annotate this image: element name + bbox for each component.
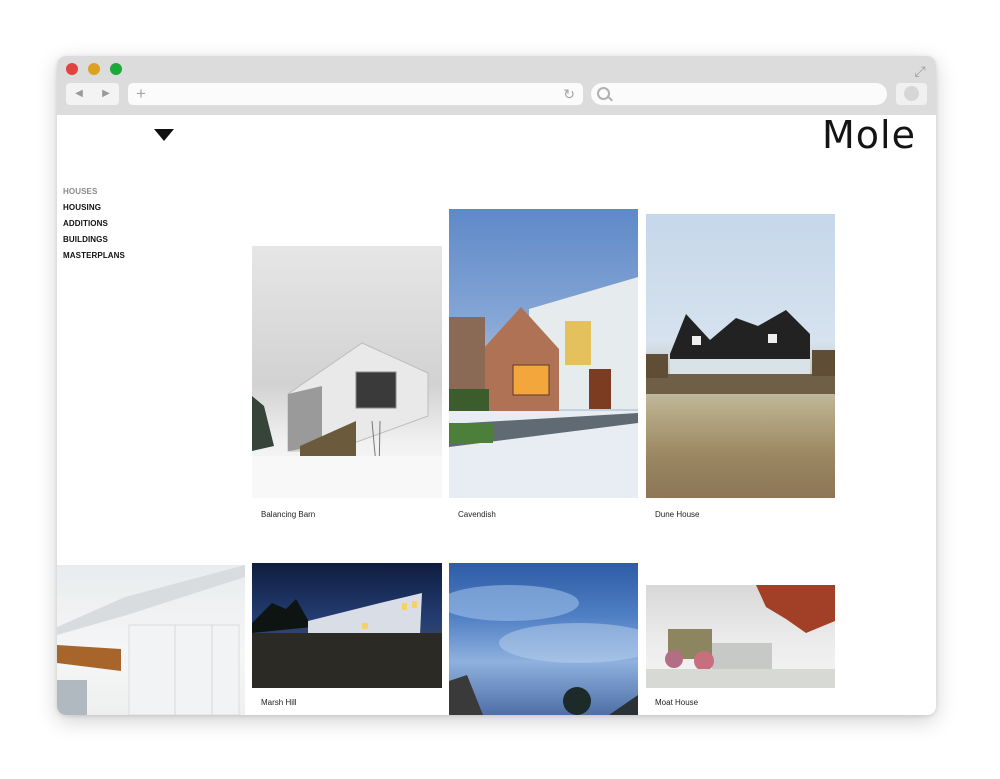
nav-item-houses[interactable]: HOUSES: [63, 187, 125, 203]
nav-item-masterplans[interactable]: MASTERPLANS: [63, 251, 125, 267]
marsh-hill-photo: [252, 593, 442, 688]
moat-house-photo: [646, 585, 835, 688]
nav-item-additions[interactable]: ADDITIONS: [63, 219, 125, 235]
fullscreen-icon[interactable]: ⤢: [912, 63, 928, 79]
close-window-button[interactable]: [66, 63, 78, 75]
project-image-sky[interactable]: [449, 563, 638, 715]
project-title[interactable]: Dune House: [655, 510, 699, 519]
category-nav: HOUSES HOUSING ADDITIONS BUILDINGS MASTE…: [63, 187, 125, 267]
back-button[interactable]: ◀: [66, 83, 92, 105]
project-image-dune-house[interactable]: [646, 214, 835, 498]
project-image-interior[interactable]: [57, 565, 245, 715]
nav-item-buildings[interactable]: BUILDINGS: [63, 235, 125, 251]
search-icon: [597, 87, 610, 100]
site-logo[interactable]: Mole: [822, 115, 916, 157]
project-image-moat-house[interactable]: [646, 585, 835, 688]
project-image-marsh-hill[interactable]: [252, 563, 442, 688]
project-title[interactable]: Balancing Barn: [261, 510, 315, 519]
browser-toolbar: ⤢ ◀ ▶ + ↻: [57, 56, 936, 115]
browser-window: ⤢ ◀ ▶ + ↻ Mole HOUSES HOUSING ADDITIONS …: [57, 56, 936, 715]
sky-photo: [449, 585, 638, 715]
search-bar[interactable]: [591, 83, 887, 105]
circle-icon: [904, 86, 919, 101]
interior-photo: [57, 565, 245, 715]
new-tab-icon[interactable]: +: [136, 83, 146, 105]
extension-button[interactable]: [896, 83, 927, 105]
zoom-window-button[interactable]: [110, 63, 122, 75]
project-title[interactable]: Marsh Hill: [261, 698, 297, 707]
project-image-cavendish[interactable]: [449, 209, 638, 498]
reload-icon[interactable]: ↻: [563, 83, 575, 105]
dune-house-photo: [646, 310, 835, 394]
nav-item-housing[interactable]: HOUSING: [63, 203, 125, 219]
cavendish-photo: [449, 277, 638, 498]
address-bar[interactable]: + ↻: [128, 83, 583, 105]
history-nav: ◀ ▶: [66, 83, 119, 105]
web-page: Mole HOUSES HOUSING ADDITIONS BUILDINGS …: [57, 115, 936, 715]
forward-button[interactable]: ▶: [93, 83, 119, 105]
menu-toggle-icon[interactable]: [154, 129, 174, 141]
project-image-balancing-barn[interactable]: [252, 246, 442, 498]
barn-photo: [252, 342, 442, 498]
minimize-window-button[interactable]: [88, 63, 100, 75]
project-title[interactable]: Cavendish: [458, 510, 496, 519]
project-title[interactable]: Moat House: [655, 698, 698, 707]
